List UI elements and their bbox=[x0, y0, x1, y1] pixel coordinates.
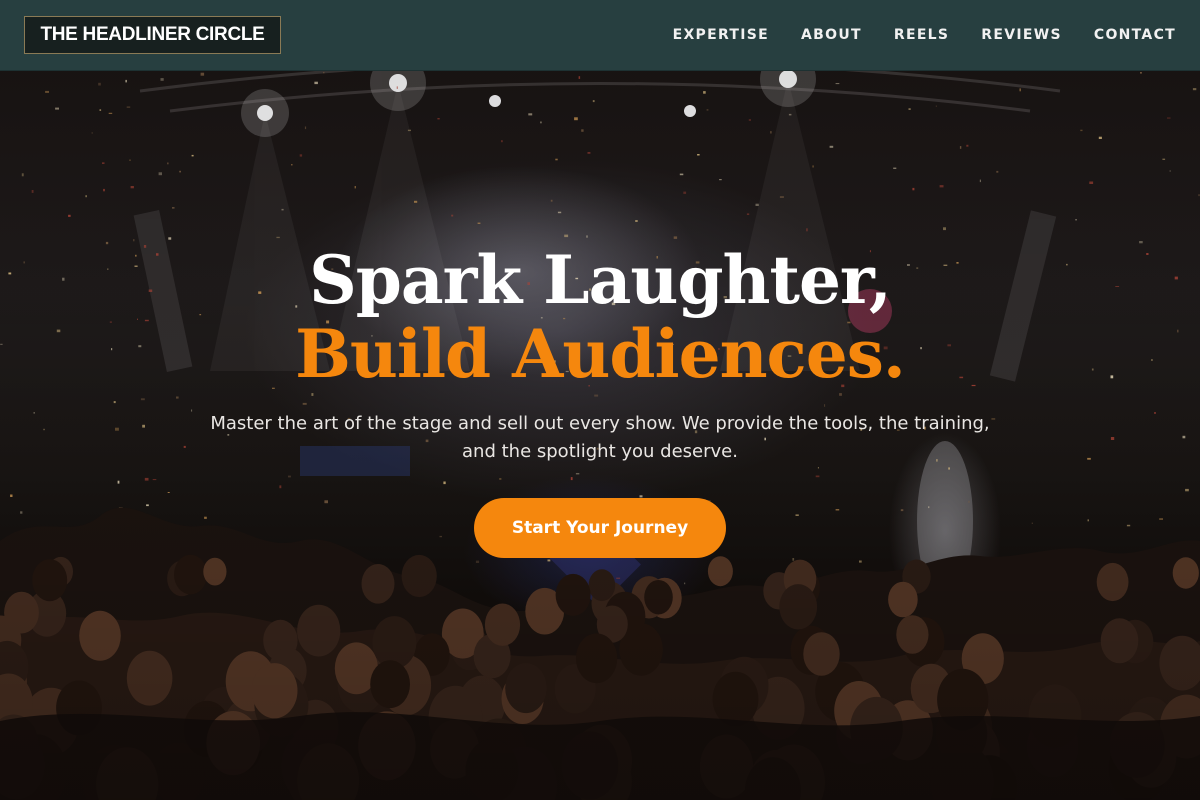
subtitle-line-2: and the spotlight you deserve. bbox=[462, 441, 738, 462]
hero-headline: Spark Laughter, Build Audiences. bbox=[0, 243, 1200, 391]
start-journey-button[interactable]: Start Your Journey bbox=[474, 498, 726, 558]
hero-section: Spark Laughter, Build Audiences. Master … bbox=[0, 71, 1200, 800]
nav-link-reviews[interactable]: REVIEWS bbox=[981, 27, 1062, 43]
nav-link-expertise[interactable]: EXPERTISE bbox=[673, 27, 769, 43]
headline-line-2: Build Audiences. bbox=[295, 315, 906, 393]
nav-link-contact[interactable]: CONTACT bbox=[1094, 27, 1176, 43]
main-nav: EXPERTISE ABOUT REELS REVIEWS CONTACT bbox=[673, 27, 1176, 43]
nav-link-about[interactable]: ABOUT bbox=[801, 27, 862, 43]
headline-line-1: Spark Laughter, bbox=[309, 241, 892, 319]
nav-link-reels[interactable]: REELS bbox=[894, 27, 949, 43]
subtitle-line-1: Master the art of the stage and sell out… bbox=[210, 413, 990, 434]
site-header: THE HEADLINER CIRCLE EXPERTISE ABOUT REE… bbox=[0, 0, 1200, 71]
hero-subtitle: Master the art of the stage and sell out… bbox=[170, 410, 1030, 466]
site-logo[interactable]: THE HEADLINER CIRCLE bbox=[24, 16, 281, 54]
hero-content: Spark Laughter, Build Audiences. Master … bbox=[0, 71, 1200, 800]
